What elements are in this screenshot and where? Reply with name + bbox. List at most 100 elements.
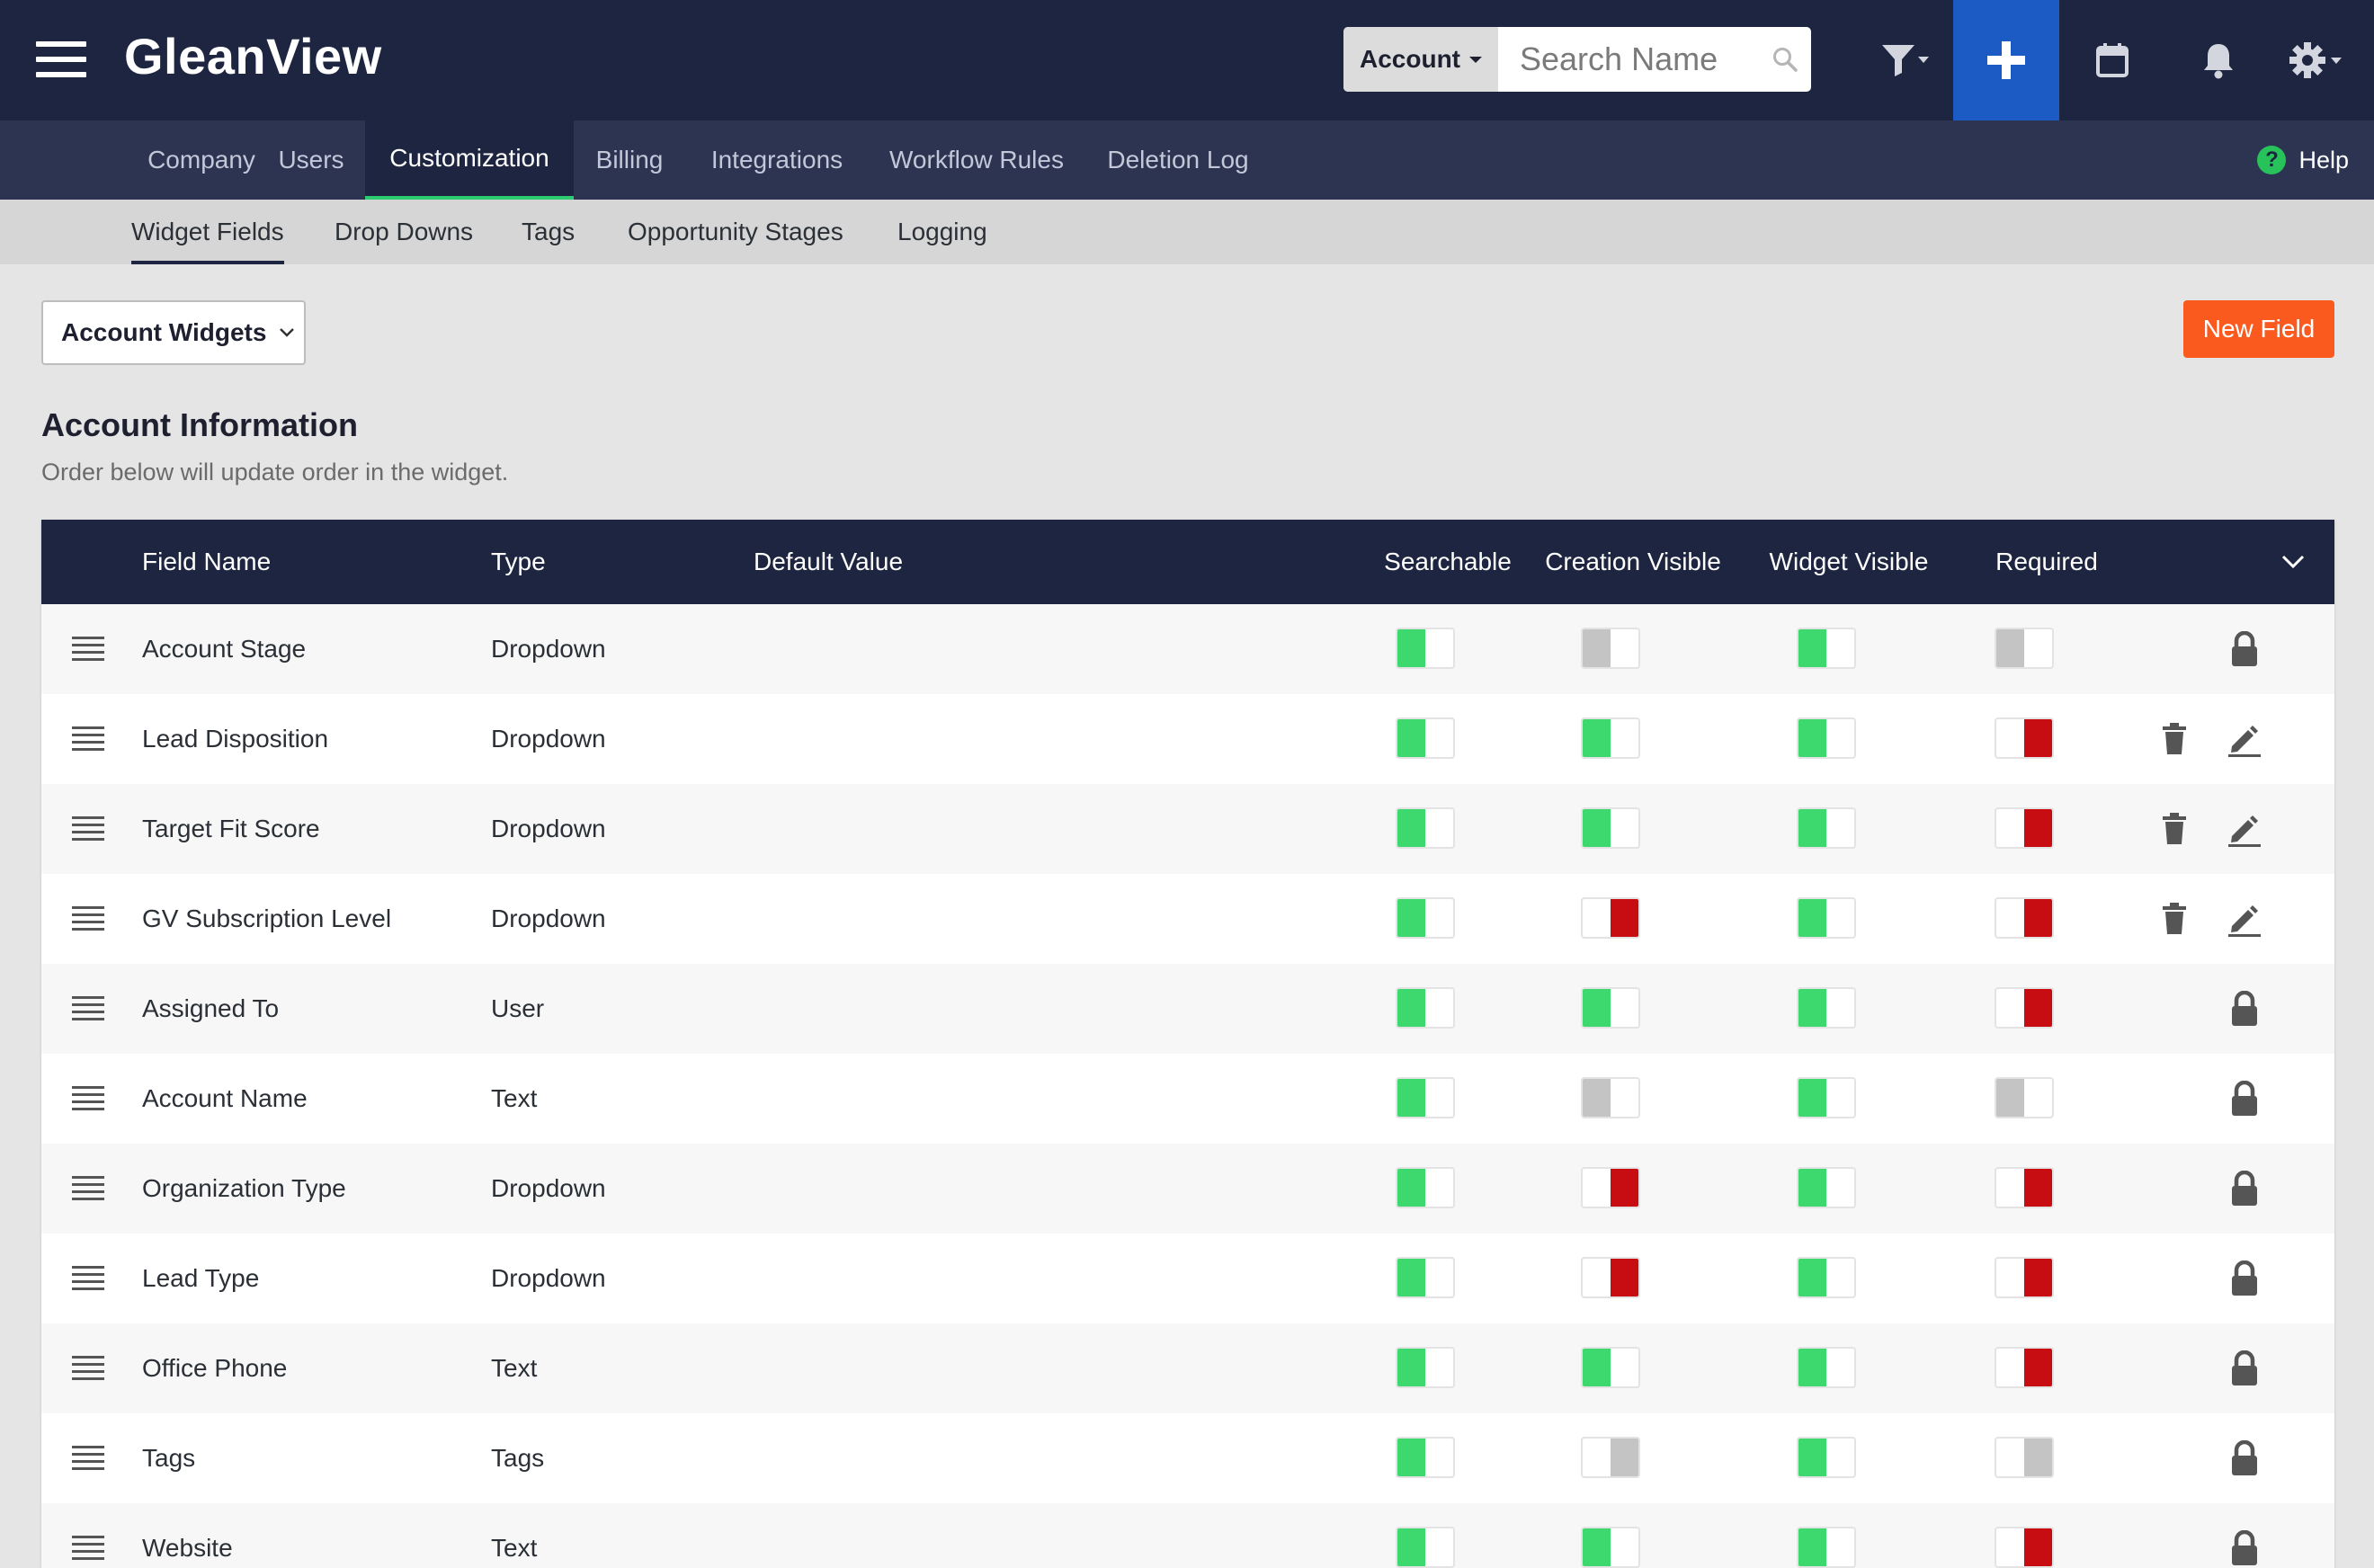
subtab-opportunity-stages[interactable]: Opportunity Stages xyxy=(628,200,843,264)
searchable-toggle[interactable] xyxy=(1396,807,1455,849)
search-icon[interactable] xyxy=(1759,27,1811,92)
field-type: User xyxy=(491,994,545,1022)
widget-visible-toggle[interactable] xyxy=(1797,1527,1856,1568)
help-icon: ? xyxy=(2257,146,2287,174)
table-row: Account Name Text xyxy=(41,1054,2334,1144)
main-nav: Company Users Customization Billing Inte… xyxy=(0,120,2374,200)
col-creation-visible: Creation Visible xyxy=(1545,548,1721,575)
hamburger-icon[interactable] xyxy=(36,41,86,77)
widget-visible-toggle[interactable] xyxy=(1797,1257,1856,1298)
required-toggle[interactable] xyxy=(1995,628,2054,669)
tab-integrations[interactable]: Integrations xyxy=(691,120,863,200)
required-toggle[interactable] xyxy=(1995,717,2054,759)
searchable-toggle[interactable] xyxy=(1396,1167,1455,1208)
lock-icon xyxy=(2227,1350,2262,1386)
required-toggle[interactable] xyxy=(1995,1167,2054,1208)
searchable-toggle[interactable] xyxy=(1396,1257,1455,1298)
creation-visible-toggle[interactable] xyxy=(1581,1077,1640,1118)
trash-icon[interactable] xyxy=(2156,901,2192,937)
tab-company[interactable]: Company xyxy=(115,120,288,200)
search-input[interactable] xyxy=(1498,27,1759,92)
tab-workflow-rules[interactable]: Workflow Rules xyxy=(876,120,1077,200)
creation-visible-toggle[interactable] xyxy=(1581,628,1640,669)
searchable-toggle[interactable] xyxy=(1396,1527,1455,1568)
new-field-button[interactable]: New Field xyxy=(2183,300,2334,358)
required-toggle[interactable] xyxy=(1995,987,2054,1029)
drag-handle-icon[interactable] xyxy=(72,1266,104,1291)
table-row: Office Phone Text xyxy=(41,1323,2334,1413)
widget-visible-toggle[interactable] xyxy=(1797,1347,1856,1388)
required-toggle[interactable] xyxy=(1995,1077,2054,1118)
pencil-icon[interactable] xyxy=(2227,721,2262,757)
required-toggle[interactable] xyxy=(1995,1527,2054,1568)
subtab-drop-downs[interactable]: Drop Downs xyxy=(335,200,473,264)
creation-visible-toggle[interactable] xyxy=(1581,1167,1640,1208)
col-widget-visible: Widget Visible xyxy=(1769,548,1929,575)
drag-handle-icon[interactable] xyxy=(72,1176,104,1201)
trash-icon[interactable] xyxy=(2156,721,2192,757)
drag-handle-icon[interactable] xyxy=(72,816,104,842)
searchable-toggle[interactable] xyxy=(1396,628,1455,669)
creation-visible-toggle[interactable] xyxy=(1581,1347,1640,1388)
searchable-toggle[interactable] xyxy=(1396,1347,1455,1388)
add-button[interactable] xyxy=(1953,0,2059,120)
searchable-toggle[interactable] xyxy=(1396,1077,1455,1118)
creation-visible-toggle[interactable] xyxy=(1581,1257,1640,1298)
widget-visible-toggle[interactable] xyxy=(1797,987,1856,1029)
creation-visible-toggle[interactable] xyxy=(1581,807,1640,849)
subtab-logging[interactable]: Logging xyxy=(897,200,987,264)
widget-type-select[interactable]: Account Widgets xyxy=(41,300,306,365)
tab-customization[interactable]: Customization xyxy=(365,120,574,200)
drag-handle-icon[interactable] xyxy=(72,1086,104,1111)
required-toggle[interactable] xyxy=(1995,1437,2054,1478)
widget-visible-toggle[interactable] xyxy=(1797,897,1856,939)
drag-handle-icon[interactable] xyxy=(72,1356,104,1381)
required-toggle[interactable] xyxy=(1995,897,2054,939)
calendar-icon[interactable] xyxy=(2059,0,2165,120)
subtab-tags[interactable]: Tags xyxy=(522,200,575,264)
filter-icon[interactable] xyxy=(1852,0,1959,120)
creation-visible-toggle[interactable] xyxy=(1581,897,1640,939)
searchable-toggle[interactable] xyxy=(1396,897,1455,939)
tab-deletion-log[interactable]: Deletion Log xyxy=(1092,120,1264,200)
help-link[interactable]: ? Help xyxy=(2257,120,2349,200)
drag-handle-icon[interactable] xyxy=(72,637,104,662)
tab-users[interactable]: Users xyxy=(266,120,356,200)
widget-visible-toggle[interactable] xyxy=(1797,717,1856,759)
widget-visible-toggle[interactable] xyxy=(1797,1077,1856,1118)
drag-handle-icon[interactable] xyxy=(72,1536,104,1561)
lock-icon xyxy=(2227,1261,2262,1296)
creation-visible-toggle[interactable] xyxy=(1581,1437,1640,1478)
drag-handle-icon[interactable] xyxy=(72,996,104,1021)
creation-visible-toggle[interactable] xyxy=(1581,987,1640,1029)
table-row: Website Text xyxy=(41,1503,2334,1568)
drag-handle-icon[interactable] xyxy=(72,1446,104,1471)
field-name: Assigned To xyxy=(142,994,280,1022)
pencil-icon[interactable] xyxy=(2227,901,2262,937)
search-scope-label: Account xyxy=(1360,45,1460,73)
drag-handle-icon[interactable] xyxy=(72,726,104,752)
searchable-toggle[interactable] xyxy=(1396,987,1455,1029)
required-toggle[interactable] xyxy=(1995,1257,2054,1298)
trash-icon[interactable] xyxy=(2156,811,2192,847)
bell-icon[interactable] xyxy=(2165,0,2271,120)
required-toggle[interactable] xyxy=(1995,807,2054,849)
drag-handle-icon[interactable] xyxy=(72,906,104,931)
search-scope-select[interactable]: Account xyxy=(1343,27,1498,92)
creation-visible-toggle[interactable] xyxy=(1581,1527,1640,1568)
subtab-widget-fields[interactable]: Widget Fields xyxy=(131,200,284,264)
widget-visible-toggle[interactable] xyxy=(1797,1167,1856,1208)
field-name: Organization Type xyxy=(142,1174,346,1202)
widget-visible-toggle[interactable] xyxy=(1797,807,1856,849)
chevron-down-icon[interactable] xyxy=(2275,520,2311,604)
creation-visible-toggle[interactable] xyxy=(1581,717,1640,759)
searchable-toggle[interactable] xyxy=(1396,717,1455,759)
widget-visible-toggle[interactable] xyxy=(1797,628,1856,669)
tab-billing[interactable]: Billing xyxy=(583,120,676,200)
table-row: Organization Type Dropdown xyxy=(41,1144,2334,1234)
searchable-toggle[interactable] xyxy=(1396,1437,1455,1478)
settings-button[interactable] xyxy=(2264,0,2370,120)
required-toggle[interactable] xyxy=(1995,1347,2054,1388)
widget-visible-toggle[interactable] xyxy=(1797,1437,1856,1478)
pencil-icon[interactable] xyxy=(2227,811,2262,847)
